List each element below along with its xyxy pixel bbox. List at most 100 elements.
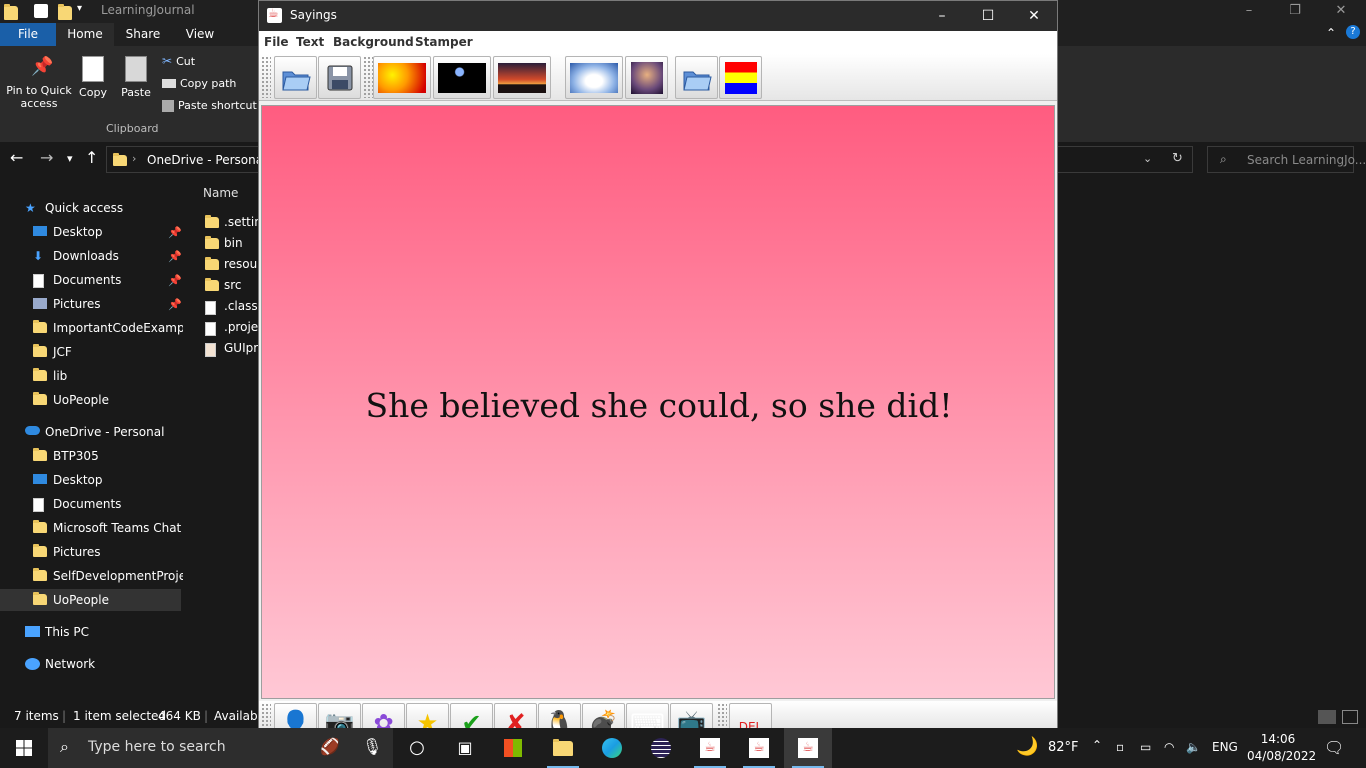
file-icon <box>205 322 216 336</box>
stamp-tv-button[interactable]: 📺 <box>670 703 713 728</box>
volume-icon[interactable]: 🔈 <box>1186 740 1201 754</box>
stamp-cross-button[interactable]: ✘ <box>494 703 537 728</box>
nav-label: UoPeople <box>53 393 109 407</box>
eclipse-button[interactable] <box>637 728 685 768</box>
refresh-icon[interactable]: ↻ <box>1172 151 1183 166</box>
task-view-button[interactable]: ▣ <box>441 728 489 768</box>
toolbar-grip[interactable] <box>261 703 271 728</box>
edge-button[interactable] <box>588 728 636 768</box>
close-icon[interactable]: ✕ <box>1011 1 1057 31</box>
weather-moon-icon[interactable]: 🌙 <box>1016 736 1038 757</box>
status-selected: 1 item selected <box>73 709 167 723</box>
background-sunset-button[interactable] <box>493 56 551 99</box>
background-stripes-button[interactable] <box>719 56 762 99</box>
notification-icon[interactable]: 🗨 <box>1324 738 1344 757</box>
taskbar-search-input[interactable]: ⌕ Type here to search 🏈 🎙 <box>48 728 393 768</box>
menu-background[interactable]: Background <box>333 35 414 49</box>
microsoft-store-button[interactable] <box>489 728 537 768</box>
details-view-icon[interactable] <box>1318 710 1336 724</box>
stamp-flower-button[interactable]: ✿ <box>362 703 405 728</box>
tab-share[interactable]: Share <box>114 23 172 46</box>
minimize-icon[interactable]: – <box>919 1 965 31</box>
minimize-icon[interactable]: – <box>1226 0 1272 23</box>
copy-path-button[interactable]: Copy path <box>162 77 236 90</box>
stamp-star-button[interactable]: ★ <box>406 703 449 728</box>
clock-time[interactable]: 14:06 <box>1257 732 1299 746</box>
copy-button[interactable]: Copy <box>78 56 108 99</box>
open-image-button[interactable] <box>675 56 718 99</box>
background-nebula-button[interactable] <box>625 56 668 99</box>
recent-dropdown-icon[interactable]: ▾ <box>67 152 73 165</box>
paste-button[interactable]: Paste <box>118 56 154 99</box>
paste-shortcut-button[interactable]: Paste shortcut <box>162 99 257 112</box>
tab-view[interactable]: View <box>172 23 228 46</box>
scissors-icon: ✂ <box>162 54 173 68</box>
close-icon[interactable]: ✕ <box>1318 0 1364 23</box>
save-button[interactable] <box>318 56 361 99</box>
wifi-icon[interactable]: ◠ <box>1164 740 1174 754</box>
address-dropdown-icon[interactable]: ⌄ <box>1143 152 1152 165</box>
toolbar-grip[interactable] <box>717 703 727 728</box>
open-button[interactable] <box>274 56 317 99</box>
back-arrow-icon[interactable]: ← <box>10 148 23 167</box>
breadcrumb-chevron-icon[interactable]: › <box>132 152 136 165</box>
address-text[interactable]: OneDrive - Personal <box>147 153 266 167</box>
folder-icon <box>205 257 219 270</box>
microphone-icon[interactable]: 🎙 <box>362 737 382 756</box>
menu-file[interactable]: File <box>264 35 289 49</box>
maximize-icon[interactable]: ☐ <box>965 1 1011 31</box>
stamp-penguin-button[interactable]: 🐧 <box>538 703 581 728</box>
nav-label: Network <box>45 657 96 671</box>
stamp-checkmark-button[interactable]: ✔ <box>450 703 493 728</box>
java-app-button-1[interactable]: ☕ <box>686 728 734 768</box>
large-icons-view-icon[interactable] <box>1342 710 1358 724</box>
background-clouds-button[interactable] <box>565 56 623 99</box>
forward-arrow-icon[interactable]: → <box>40 148 53 167</box>
paste-shortcut-icon <box>162 99 174 112</box>
menu-stamper[interactable]: Stamper <box>415 35 473 49</box>
pin-to-quick-access-button[interactable]: 📌 Pin to Quick access <box>6 56 72 110</box>
file-explorer-button[interactable] <box>539 728 587 768</box>
language-indicator[interactable]: ENG <box>1212 740 1238 754</box>
earthrise-thumbnail-icon <box>438 63 486 93</box>
menu-text[interactable]: Text <box>296 35 324 49</box>
status-size: 464 KB <box>158 709 201 723</box>
stamp-bomb-button[interactable]: 💣 <box>582 703 625 728</box>
stamp-camera-button[interactable]: 📷 <box>318 703 361 728</box>
new-folder-icon[interactable] <box>58 4 72 20</box>
battery-icon[interactable]: ▭ <box>1140 740 1151 754</box>
toolbar-grip[interactable] <box>363 56 373 98</box>
up-arrow-icon[interactable]: ↑ <box>85 148 98 167</box>
column-header-name[interactable]: Name <box>203 186 238 200</box>
java-app-button-3[interactable]: ☕ <box>784 728 832 768</box>
start-button[interactable] <box>0 728 48 768</box>
status-availability: Availabl <box>214 709 261 723</box>
java-app-button-2[interactable]: ☕ <box>735 728 783 768</box>
nebula-thumbnail-icon <box>631 62 663 94</box>
restore-icon[interactable]: ❐ <box>1272 0 1318 23</box>
toolbar-grip[interactable] <box>261 56 271 98</box>
meet-now-icon[interactable]: ▫ <box>1116 740 1124 754</box>
stamp-keyboard-button[interactable]: ⌨ <box>626 703 669 728</box>
status-item-count: 7 items <box>14 709 59 723</box>
tab-home[interactable]: Home <box>56 23 114 46</box>
search-input[interactable]: ⌕ Search LearningJo... <box>1207 146 1366 173</box>
clouds-thumbnail-icon <box>570 63 618 93</box>
checkmark-icon: ✔ <box>461 709 482 728</box>
qat-dropdown-icon[interactable]: ▾ <box>77 3 82 14</box>
cut-button[interactable]: ✂ Cut <box>162 54 195 68</box>
properties-icon[interactable] <box>34 4 48 18</box>
background-earthrise-button[interactable] <box>433 56 491 99</box>
saying-canvas[interactable]: She believed she could, so she did! <box>261 105 1055 699</box>
weather-temperature[interactable]: 82°F <box>1048 740 1079 755</box>
cortana-button[interactable]: ○ <box>393 728 441 768</box>
stamper-toolbar: 👤 📷 ✿ ★ ✔ ✘ 🐧 💣 ⌨ 📺 DEL <box>259 701 1057 728</box>
stamp-delete-button[interactable]: DEL <box>729 703 772 728</box>
tab-file[interactable]: File <box>0 23 56 46</box>
collapse-ribbon-icon[interactable]: ⌃ <box>1326 26 1336 40</box>
help-icon[interactable]: ? <box>1346 25 1360 39</box>
clock-date[interactable]: 04/08/2022 <box>1247 749 1316 763</box>
stamp-person-button[interactable]: 👤 <box>274 703 317 728</box>
show-hidden-icons-icon[interactable]: ⌃ <box>1092 738 1102 752</box>
background-heatmap-button[interactable] <box>373 56 431 99</box>
